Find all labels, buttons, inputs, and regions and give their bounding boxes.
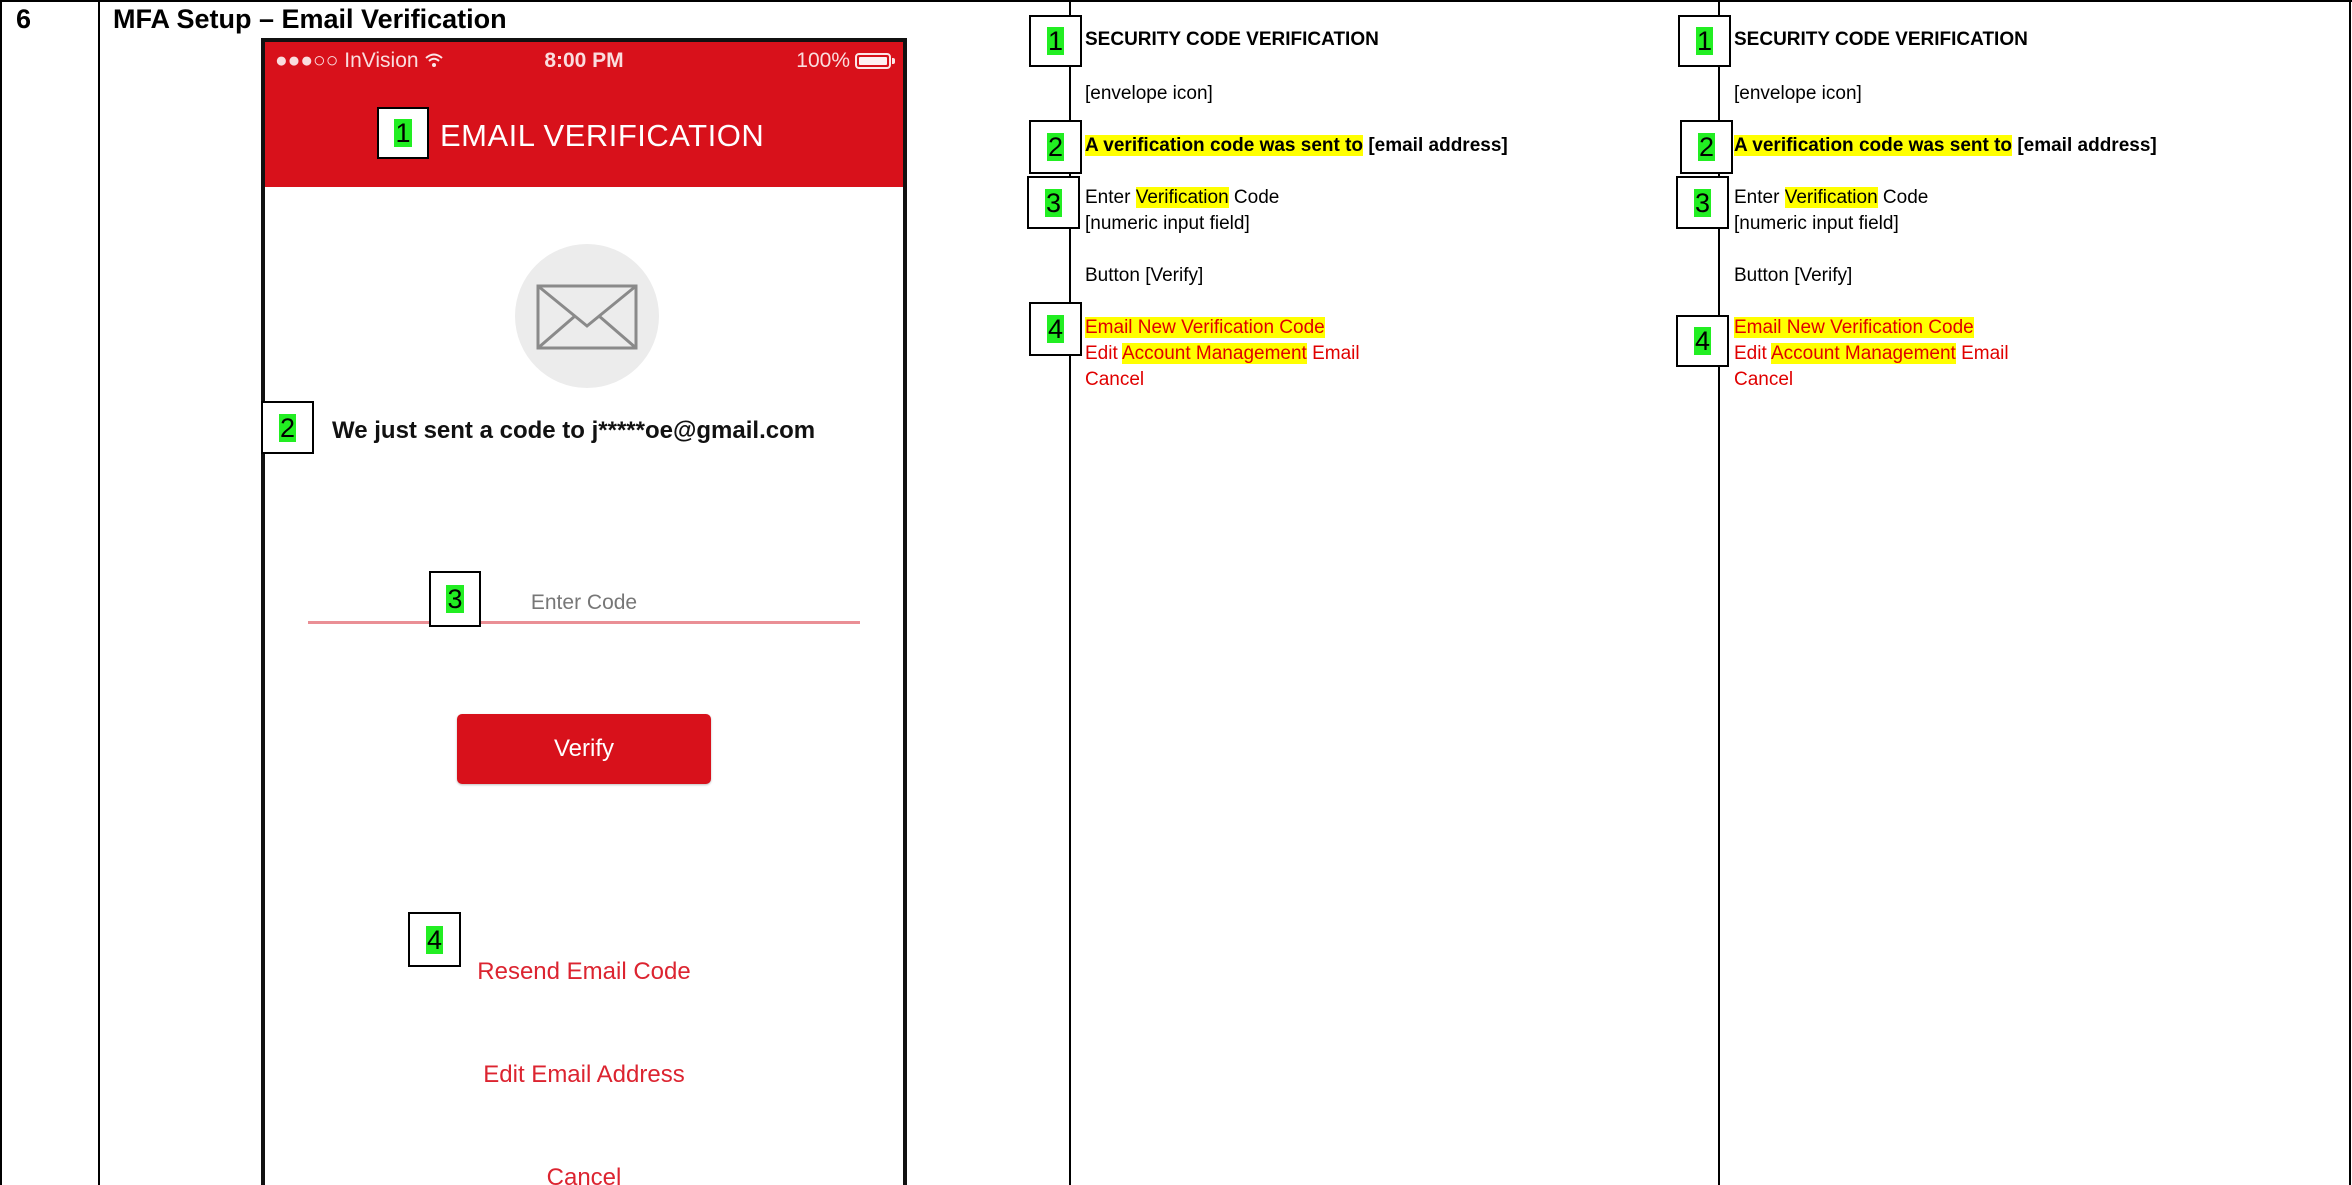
phone-header-title: EMAIL VERIFICATION: [440, 118, 765, 153]
spec-input-note: [numeric input field]: [1734, 213, 1899, 234]
code-sent-message: We just sent a code to j*****oe@gmail.co…: [332, 417, 816, 444]
spec-edit-email: Edit Account Management Email: [1734, 343, 2009, 364]
spec-title: SECURITY CODE VERIFICATION: [1734, 29, 2028, 50]
spec-email-new-code: Email New Verification Code: [1085, 317, 1325, 338]
callout-badge-3: 3: [429, 571, 481, 627]
spec-sent-line: A verification code was sent to [email a…: [1085, 135, 1508, 156]
phone-header: ●●●○○ InVision 8:00 PM 100% EMAIL VERIFI…: [265, 42, 903, 187]
row-number: 6: [16, 4, 32, 34]
callout-badge-1: 1: [1678, 15, 1731, 67]
callout-badge-2: 2: [261, 401, 314, 454]
status-bar: ●●●○○ InVision 8:00 PM 100%: [265, 42, 903, 82]
spec-cancel: Cancel: [1734, 369, 1794, 390]
battery-icon: [855, 53, 895, 69]
spec-email-new-code: Email New Verification Code: [1734, 317, 1974, 338]
verification-code-input[interactable]: [308, 584, 860, 624]
spec-title: SECURITY CODE VERIFICATION: [1085, 29, 1379, 50]
status-battery: 100%: [796, 49, 895, 73]
spec-edit-email: Edit Account Management Email: [1085, 343, 1360, 364]
callout-badge-1: 1: [377, 107, 429, 159]
callout-badge-2: 2: [1029, 120, 1082, 174]
callout-badge-4: 4: [408, 912, 461, 967]
edit-email-address-link[interactable]: Edit Email Address: [265, 1061, 903, 1089]
row-title: MFA Setup – Email Verification: [113, 4, 507, 34]
table-top-border: [0, 0, 2352, 2]
column-divider: [98, 0, 100, 1185]
spec-enter-code-label: Enter Verification Code: [1085, 187, 1280, 208]
envelope-icon: [515, 244, 659, 388]
spec-button-note: Button [Verify]: [1085, 265, 1204, 286]
callout-badge-2: 2: [1680, 120, 1733, 174]
verify-button[interactable]: Verify: [457, 714, 711, 784]
resend-email-code-link[interactable]: Resend Email Code: [265, 958, 903, 986]
spec-button-note: Button [Verify]: [1734, 265, 1853, 286]
spec-cancel: Cancel: [1085, 369, 1145, 390]
callout-badge-1: 1: [1029, 15, 1082, 67]
callout-badge-3: 3: [1676, 176, 1729, 229]
callout-badge-4: 4: [1029, 302, 1082, 356]
spec-envelope-note: [envelope icon]: [1734, 83, 1862, 104]
table-left-border: [0, 0, 2, 1185]
spec-input-note: [numeric input field]: [1085, 213, 1250, 234]
spec-sent-line: A verification code was sent to [email a…: [1734, 135, 2157, 156]
battery-percent: 100%: [796, 49, 850, 72]
spec-enter-code-label: Enter Verification Code: [1734, 187, 1929, 208]
table-right-border: [2349, 0, 2351, 1185]
phone-mockup: ●●●○○ InVision 8:00 PM 100% EMAIL VERIFI…: [261, 38, 907, 1185]
cancel-link[interactable]: Cancel: [265, 1164, 903, 1185]
spec-envelope-note: [envelope icon]: [1085, 83, 1213, 104]
callout-badge-3: 3: [1027, 176, 1080, 229]
callout-badge-4: 4: [1676, 315, 1729, 367]
